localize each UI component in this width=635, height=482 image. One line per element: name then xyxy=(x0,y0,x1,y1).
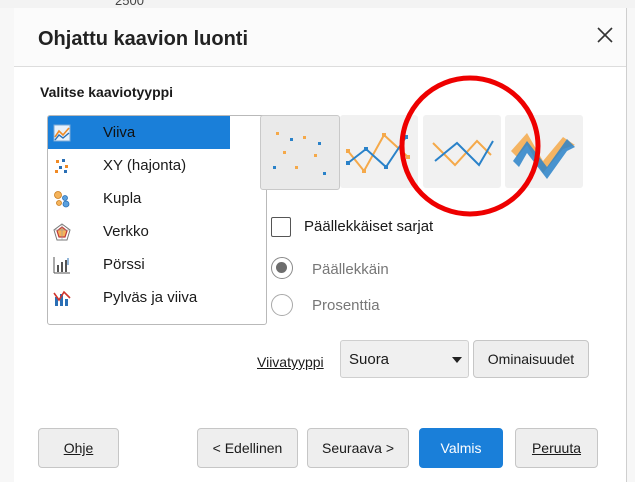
variant-lines-only[interactable] xyxy=(423,115,501,188)
variant-points-only[interactable] xyxy=(260,115,340,190)
bubble-chart-icon xyxy=(54,191,70,208)
points-and-lines-chart-icon xyxy=(346,133,410,173)
variant-3d-lines[interactable] xyxy=(505,115,583,188)
close-button[interactable] xyxy=(592,22,618,48)
stock-chart-icon xyxy=(53,257,70,274)
close-icon xyxy=(597,27,613,43)
chart-type-item-bubble[interactable]: Kupla xyxy=(48,182,230,215)
chart-type-heading: Valitse kaaviotyyppi xyxy=(40,84,174,100)
line-type-select[interactable]: Suora xyxy=(340,340,469,378)
help-button[interactable]: Ohje xyxy=(38,428,119,468)
chart-type-label: Pörssi xyxy=(103,256,145,273)
on-top-radio[interactable] xyxy=(271,257,293,279)
finish-button-label: Valmis xyxy=(440,440,482,456)
finish-button[interactable]: Valmis xyxy=(419,428,503,468)
chart-type-list[interactable]: Viiva XY (hajonta) Kupla Verkko Pörssi P… xyxy=(47,115,267,325)
variant-points-and-lines[interactable] xyxy=(340,115,418,188)
points-only-chart-icon xyxy=(273,132,326,175)
radio-selected-dot xyxy=(276,262,287,273)
chart-type-label: Pylväs ja viiva xyxy=(103,289,198,306)
lines-only-chart-icon xyxy=(432,139,494,167)
help-button-label: Ohje xyxy=(63,440,94,456)
on-top-label: Päällekkäin xyxy=(312,261,389,278)
back-button[interactable]: < Edellinen xyxy=(197,428,298,468)
chart-type-item-line[interactable]: Viiva xyxy=(48,116,230,149)
properties-button[interactable]: Ominaisuudet xyxy=(473,340,589,378)
next-button[interactable]: Seuraava > xyxy=(307,428,409,468)
3d-lines-chart-icon xyxy=(511,133,575,179)
chart-type-label: XY (hajonta) xyxy=(103,157,187,174)
stack-series-label: Päällekkäiset sarjat xyxy=(304,218,434,235)
dialog-titlebar: Ohjattu kaavion luonti xyxy=(14,8,626,67)
chart-type-item-column-line[interactable]: Pylväs ja viiva xyxy=(48,281,230,314)
next-button-label: Seuraava > xyxy=(322,440,394,456)
scatter-chart-icon xyxy=(55,159,68,173)
net-chart-icon xyxy=(53,223,71,241)
stack-series-checkbox[interactable] xyxy=(271,217,291,237)
chevron-down-icon xyxy=(452,357,462,363)
chart-type-label: Verkko xyxy=(103,223,149,240)
chart-wizard-dialog: Ohjattu kaavion luonti Valitse kaaviotyy… xyxy=(14,8,626,482)
back-button-label: < Edellinen xyxy=(212,440,283,456)
chart-type-item-net[interactable]: Verkko xyxy=(48,215,230,248)
column-and-line-chart-icon xyxy=(53,290,71,306)
spreadsheet-right-edge xyxy=(626,8,635,482)
cancel-button[interactable]: Peruuta xyxy=(515,428,598,468)
percent-label: Prosenttia xyxy=(312,297,380,314)
chart-type-item-stock[interactable]: Pörssi xyxy=(48,248,230,281)
line-chart-icon xyxy=(53,124,71,142)
line-type-value: Suora xyxy=(349,351,390,368)
spreadsheet-row-headers xyxy=(0,8,15,482)
line-type-label: Viivatyyppi xyxy=(257,354,324,370)
chart-type-label: Kupla xyxy=(103,190,142,207)
percent-radio[interactable] xyxy=(271,294,293,316)
chart-type-label: Viiva xyxy=(103,124,136,141)
dialog-title: Ohjattu kaavion luonti xyxy=(38,28,249,50)
cancel-button-label: Peruuta xyxy=(531,440,582,456)
spreadsheet-cell-text: 2500 xyxy=(115,0,144,8)
chart-type-item-xy[interactable]: XY (hajonta) xyxy=(48,149,230,182)
